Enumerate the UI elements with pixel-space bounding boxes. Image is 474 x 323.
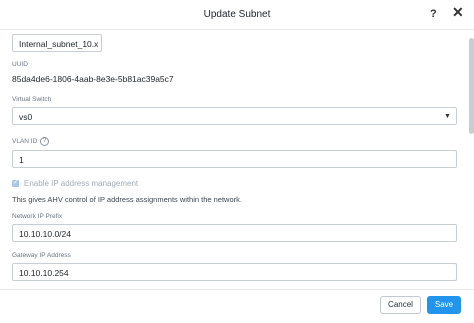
check-icon[interactable]: ✓ — [12, 180, 19, 187]
chevron-down-icon: ▼ — [444, 113, 451, 120]
vlan-id-input[interactable]: 1 — [12, 150, 457, 168]
help-icon[interactable]: ? — [430, 8, 437, 20]
virtual-switch-label: Virtual Switch — [12, 96, 52, 103]
gateway-input[interactable]: 10.10.10.254 — [12, 263, 457, 281]
uuid-label: UUID — [12, 61, 28, 68]
network-prefix-input[interactable]: 10.10.10.0/24 — [12, 224, 457, 242]
dialog-title: Update Subnet — [203, 9, 271, 20]
ipam-checkbox-label: Enable IP address management — [24, 179, 139, 188]
virtual-switch-select[interactable]: vs0 — [12, 107, 457, 125]
network-prefix-label: Network IP Prefix — [12, 213, 63, 220]
ipam-help-text: This gives AHV control of IP address ass… — [12, 195, 242, 204]
close-icon[interactable]: ✕ — [452, 5, 464, 19]
save-button[interactable]: Save — [427, 296, 461, 314]
subnet-name-input[interactable]: Internal_subnet_10.x — [12, 34, 102, 52]
cancel-button[interactable]: Cancel — [380, 296, 421, 314]
vlan-id-label: VLAN ID — [12, 138, 38, 145]
info-icon[interactable]: ? — [40, 137, 49, 146]
scrollbar-thumb[interactable] — [469, 38, 474, 134]
gateway-label: Gateway IP Address — [12, 252, 71, 259]
uuid-value: 85da4de6-1806-4aab-8e3e-5b81ac39a5c7 — [12, 74, 174, 84]
